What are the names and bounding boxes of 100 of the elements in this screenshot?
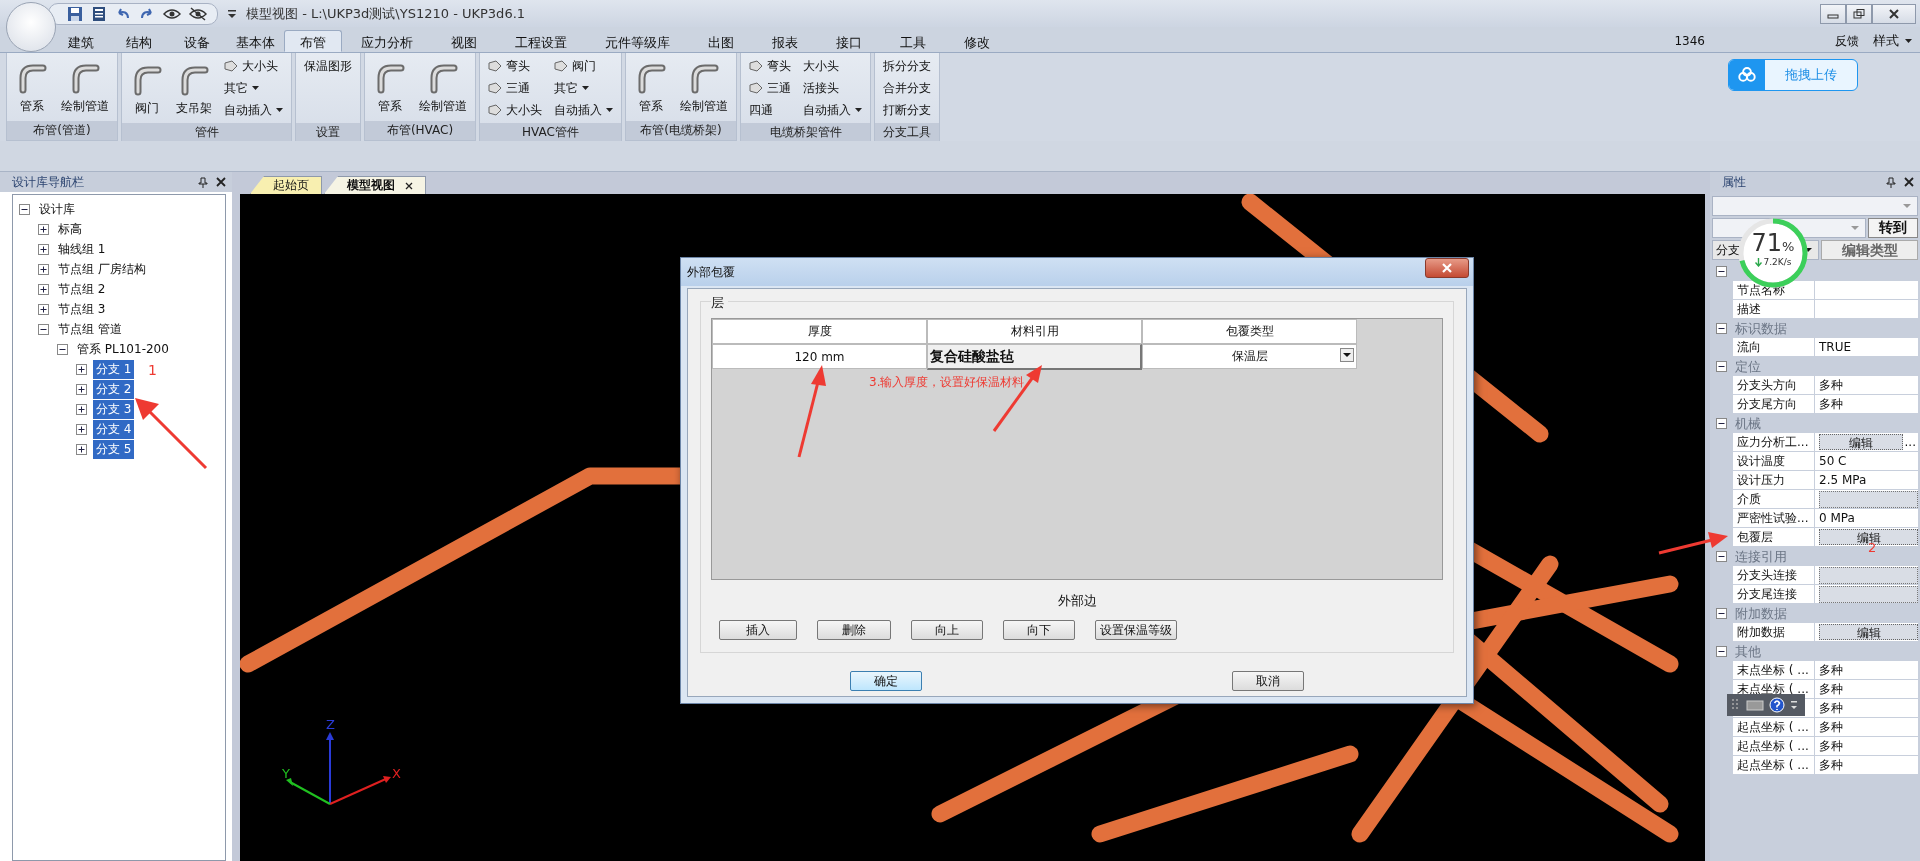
ribbon-tab[interactable]: 工具 [881,30,945,52]
feedback-link[interactable]: 反馈 [1835,32,1859,50]
document-icon[interactable] [91,5,107,22]
pin-icon[interactable] [198,176,208,188]
ribbon-button[interactable]: 自动插入 [550,99,617,121]
ribbon-tab[interactable]: 接口 [817,30,881,52]
expander-icon[interactable] [38,263,49,275]
expander-icon[interactable] [38,323,49,335]
ribbon-button[interactable]: 其它 [220,77,287,99]
expander-icon[interactable] [76,443,87,455]
ribbon-button[interactable]: 自动插入 [799,99,866,121]
tree-item[interactable]: 分支 2 [93,379,135,399]
ribbon-tab[interactable]: 建筑 [52,30,110,52]
ribbon-tab[interactable]: 视图 [432,30,496,52]
ribbon-button[interactable]: 管系 [369,55,411,119]
dialog-button[interactable]: 设置保温等级 [1095,620,1177,640]
edit-type-button[interactable]: 编辑类型 [1821,240,1918,260]
expander-icon[interactable] [76,403,87,415]
close-icon[interactable] [1904,177,1914,187]
type-dropdown[interactable]: 保温层 [1142,344,1357,369]
thickness-field[interactable]: 120 mm [712,344,927,369]
document-tab[interactable]: 起始页 [250,176,322,194]
ribbon-button[interactable]: 阀门 [550,55,617,77]
collapse-icon[interactable] [1716,418,1727,429]
ribbon-button[interactable]: 自动插入 [220,99,287,121]
expander-icon[interactable] [57,343,68,355]
ribbon-button[interactable]: 管系 [11,55,53,119]
document-tab[interactable]: 模型视图 [324,176,426,194]
caret-icon[interactable] [228,8,236,19]
close-icon[interactable] [216,177,226,187]
collapse-icon[interactable] [1716,608,1727,619]
ribbon-button[interactable]: 保温图形 [300,55,356,77]
ribbon-button[interactable]: 三通 [484,77,546,99]
close-button[interactable] [1425,258,1469,278]
ribbon-button[interactable]: 其它 [550,77,617,99]
close-button[interactable] [1872,3,1916,24]
tree-item[interactable]: 节点组 管道 [55,319,125,339]
ribbon-button[interactable]: 拆分分支 [879,55,935,77]
expander-icon[interactable] [38,223,49,235]
ribbon-button[interactable]: 支吊架 [172,55,216,121]
dialog-button[interactable]: 确定 [850,671,922,691]
more-button[interactable]: ... [1902,435,1918,449]
collapse-icon[interactable] [1716,266,1727,277]
ribbon-tab[interactable]: 基本体 [226,30,284,52]
ribbon-button[interactable]: 弯头 [484,55,546,77]
ribbon-button[interactable]: 四通 [745,99,795,121]
tree-item[interactable]: 节点组 3 [55,299,109,319]
tree-item[interactable]: 分支 3 [93,399,135,419]
expander-icon[interactable] [76,423,87,435]
tree-item[interactable]: 节点组 厂房结构 [55,259,149,279]
dialog-button[interactable]: 取消 [1232,671,1304,691]
goto-button[interactable]: 转到 [1868,218,1918,238]
tree-item[interactable]: 轴线组 1 [55,239,109,259]
ribbon-tab[interactable]: 设备 [168,30,226,52]
tree-item[interactable]: 标高 [55,219,85,239]
dropdown-field[interactable] [1712,196,1918,216]
ribbon-button[interactable]: 三通 [745,77,795,99]
ribbon-tab[interactable]: 报表 [753,30,817,52]
expander-icon[interactable] [38,243,49,255]
ribbon-tab[interactable]: 结构 [110,30,168,52]
ribbon-tab[interactable]: 应力分析 [342,30,432,52]
restore-button[interactable] [1846,3,1872,24]
dialog-button[interactable]: 删除 [817,620,891,640]
style-menu[interactable]: 样式 [1869,32,1916,50]
expander-icon[interactable] [38,303,49,315]
tree-item[interactable]: 分支 5 [93,439,135,459]
ribbon-button[interactable]: 合并分支 [879,77,935,99]
ribbon-button[interactable]: 管系 [630,55,672,119]
ribbon-button[interactable]: 绘制管道 [57,55,113,119]
ribbon-tab[interactable]: 布管 [284,30,342,52]
tree-item[interactable]: 分支 1 [93,359,135,379]
ribbon-button[interactable]: 阀门 [126,55,168,121]
eye-off-icon[interactable] [189,5,207,22]
collapse-icon[interactable] [1716,551,1727,562]
ribbon-button[interactable]: 绘制管道 [415,55,471,119]
dialog-button[interactable]: 插入 [719,620,797,640]
ribbon-tab[interactable]: 修改 [945,30,1009,52]
collapse-icon[interactable] [1716,361,1727,372]
ribbon-tab[interactable]: 出图 [689,30,753,52]
help-icon[interactable] [1769,697,1785,713]
expander-icon[interactable] [19,203,30,215]
dialog-button[interactable]: 向上 [911,620,983,640]
ribbon-button[interactable]: 活接头 [799,77,866,99]
expander-icon[interactable] [38,283,49,295]
menu-caret-icon[interactable] [1790,699,1798,711]
tree-item[interactable]: 节点组 2 [55,279,109,299]
collapse-icon[interactable] [1716,323,1727,334]
ribbon-tab[interactable]: 元件等级库 [586,30,689,52]
ribbon-button[interactable]: 大小头 [799,55,866,77]
ribbon-button[interactable]: 绘制管道 [676,55,732,119]
ribbon-button[interactable]: 大小头 [220,55,287,77]
ribbon-button[interactable]: 打断分支 [879,99,935,121]
save-icon[interactable] [67,5,83,22]
ribbon-button[interactable]: 大小头 [484,99,546,121]
edit-button[interactable]: 编辑 [1819,434,1903,450]
collapse-icon[interactable] [1716,646,1727,657]
pin-icon[interactable] [1886,176,1896,188]
grip-icon[interactable] [1731,698,1741,712]
tree-item[interactable]: 设计库 [36,199,78,219]
ribbon-button[interactable]: 弯头 [745,55,795,77]
